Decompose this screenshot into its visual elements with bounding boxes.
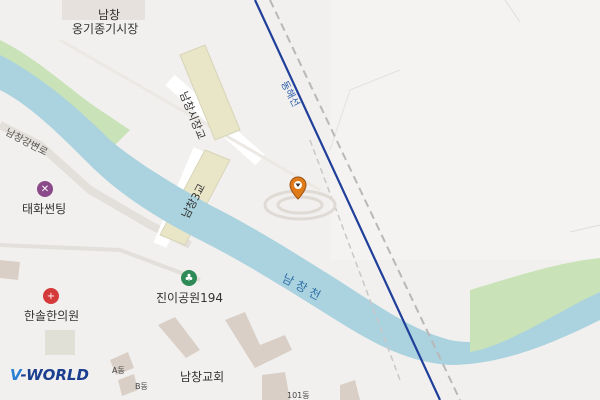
hospital-icon: + <box>43 288 59 304</box>
bldg-a-label: A동 <box>112 366 125 375</box>
map-base <box>0 0 600 400</box>
church-label: 남창교회 <box>180 370 225 384</box>
park-icon: ♣ <box>181 270 197 286</box>
center-label: 태화썬팅 <box>22 202 67 216</box>
location-marker-icon[interactable] <box>289 176 307 200</box>
map-view[interactable]: 남창 옹기종기시장 남창시장교 남창3교 남창강변로 동해선 ✕ 태화썬팅 ♣ … <box>0 0 600 400</box>
park-label: 진이공원194 <box>156 291 224 305</box>
market-label-top: 남창 <box>98 8 121 22</box>
market-label-bottom: 옹기종기시장 <box>72 22 139 36</box>
clinic-label: 한솔한의원 <box>24 309 80 323</box>
vworld-logo: V-WORLD <box>10 366 89 384</box>
bldg-101-label: 101동 <box>287 391 310 400</box>
bldg-b-label: B동 <box>135 382 148 391</box>
tools-icon: ✕ <box>37 181 53 197</box>
